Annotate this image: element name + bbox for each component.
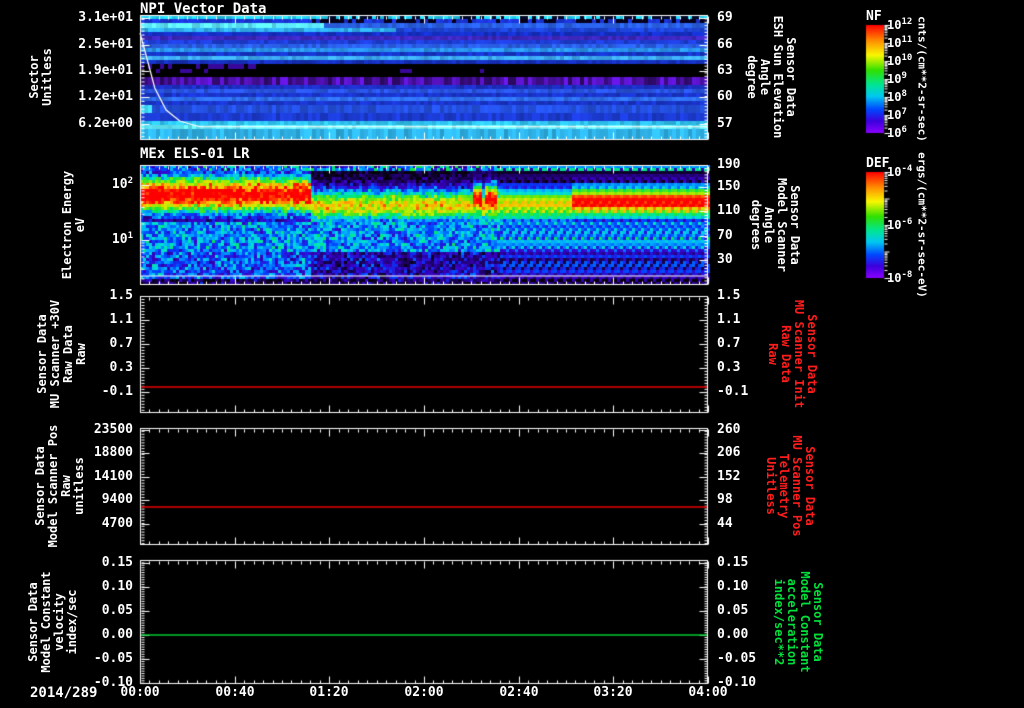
panel-scannerpos-right-axis-title: Sensor Data MU Scanner Pos Telemetry Uni… (764, 435, 817, 537)
tick-label: 0.05 (101, 603, 133, 618)
panel-velocity-right-axis-title: Sensor Data Model Constant acceleration … (772, 571, 825, 673)
panel-els-title: MEx ELS-01 LR (140, 146, 250, 162)
tick-label: 0.7 (109, 336, 133, 351)
tick-label: 66 (717, 37, 733, 52)
tick-label: 106 (887, 125, 907, 140)
tick-label: 260 (717, 422, 741, 437)
tick-label: 23500 (93, 422, 133, 437)
tick-label: 00:40 (215, 685, 255, 700)
tick-label: 1.1 (717, 312, 741, 327)
panel-els-right-axis-title: Sensor Data Model Scanner Angle degrees (749, 178, 802, 272)
tick-label: 10-6 (887, 217, 913, 232)
tick-label: 6.2e+00 (78, 116, 133, 131)
tick-label: 0.15 (717, 555, 749, 570)
tick-label: 1011 (887, 35, 913, 50)
tick-label: 00:00 (120, 685, 160, 700)
tick-label: 02:40 (499, 685, 539, 700)
plots-canvas (0, 0, 1024, 708)
tick-label: 0.3 (717, 360, 741, 375)
tick-label: 0.3 (109, 360, 133, 375)
colorbar-nf-title: NF (866, 9, 882, 24)
tick-label: 108 (887, 89, 907, 104)
tick-label: 109 (887, 71, 907, 86)
tick-label: 63 (717, 63, 733, 78)
tick-label: 102 (111, 176, 133, 192)
tick-label: 10-4 (887, 164, 913, 179)
tick-label: 0.00 (101, 627, 133, 642)
tick-label: 69 (717, 10, 733, 25)
colorbar-nf-units: cnts/(cm**2-sr-sec) (915, 16, 929, 142)
tick-label: 01:20 (309, 685, 349, 700)
tick-label: 1012 (887, 17, 913, 32)
tick-label: 2.5e+01 (78, 37, 133, 52)
tick-label: 98 (717, 492, 733, 507)
tick-label: 30 (717, 252, 733, 267)
tick-label: 1.9e+01 (78, 63, 133, 78)
tick-label: 1.5 (717, 288, 741, 303)
colorbar-def-title: DEF (866, 156, 890, 171)
tick-label: 150 (717, 179, 741, 194)
tick-label: 44 (717, 516, 733, 531)
spacecraft-telemetry-plot: NPI Vector Data MEx ELS-01 LR Sector Uni… (0, 0, 1024, 708)
tick-label: 60 (717, 89, 733, 104)
tick-label: 1.1 (109, 312, 133, 327)
tick-label: 03:20 (593, 685, 633, 700)
tick-label: 0.15 (101, 555, 133, 570)
tick-label: 18800 (93, 445, 133, 460)
tick-label: 3.1e+01 (78, 10, 133, 25)
tick-label: -0.1 (717, 384, 749, 399)
panel-npi-right-axis-title: Sensor Data ESH Sun Elevation Angle degr… (745, 15, 798, 139)
tick-label: 190 (717, 157, 741, 172)
tick-label: 2014/289 (30, 685, 98, 701)
tick-label: 14100 (93, 469, 133, 484)
colorbar-def-units: ergs/(cm**2-sr-sec-eV) (915, 152, 929, 298)
tick-label: 1010 (887, 53, 913, 68)
tick-label: 04:00 (688, 685, 728, 700)
tick-label: 10-8 (887, 270, 913, 285)
tick-label: 02:00 (404, 685, 444, 700)
tick-label: 57 (717, 116, 733, 131)
tick-label: 0.10 (717, 579, 749, 594)
panel-scanner30v-right-axis-title: Sensor Data MU Scanner Init Raw Data Raw (766, 299, 819, 409)
tick-label: -0.05 (717, 651, 757, 666)
tick-label: 1.5 (109, 288, 133, 303)
tick-label: 1.2e+01 (78, 89, 133, 104)
tick-label: 0.10 (101, 579, 133, 594)
tick-label: 9400 (101, 492, 133, 507)
tick-label: -0.1 (101, 384, 133, 399)
tick-label: 0.7 (717, 336, 741, 351)
tick-label: 152 (717, 469, 741, 484)
panel-npi-left-axis-title: Sector Unitless (27, 48, 54, 106)
tick-label: 206 (717, 445, 741, 460)
tick-label: 110 (717, 203, 741, 218)
tick-label: 101 (111, 231, 133, 247)
panel-npi-title: NPI Vector Data (140, 1, 267, 17)
tick-label: 0.05 (717, 603, 749, 618)
tick-label: 107 (887, 107, 907, 122)
tick-label: 70 (717, 228, 733, 243)
tick-label: 4700 (101, 516, 133, 531)
tick-label: 0.00 (717, 627, 749, 642)
tick-label: -0.05 (93, 651, 133, 666)
